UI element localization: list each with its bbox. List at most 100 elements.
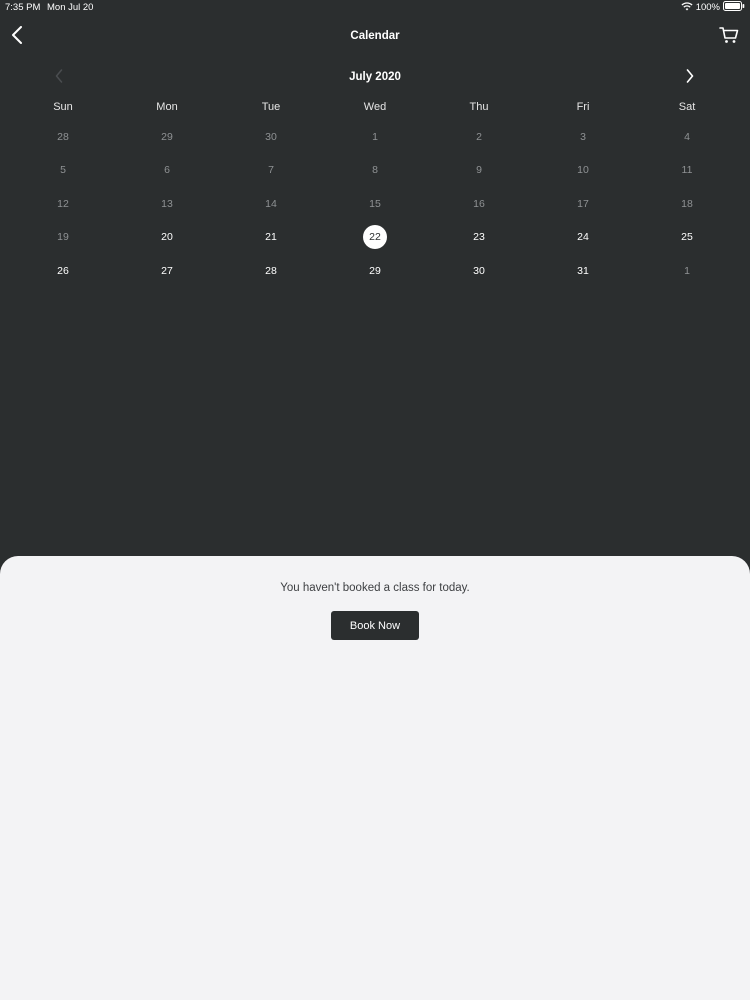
day-number: 3 <box>580 130 586 143</box>
calendar-day[interactable]: 14 <box>219 187 323 221</box>
next-month-button[interactable] <box>680 67 700 89</box>
weekday-label: Wed <box>363 101 387 113</box>
day-number: 5 <box>60 164 66 177</box>
calendar-day[interactable]: 13 <box>115 187 219 221</box>
weekday-label: Sat <box>678 101 696 113</box>
day-number: 10 <box>577 164 589 177</box>
day-number: 25 <box>681 231 693 244</box>
day-number: 24 <box>577 231 589 244</box>
weekday-header: Sun Mon Tue Wed Thu Fri Sat <box>11 101 739 113</box>
day-number: 6 <box>164 164 170 177</box>
day-number: 8 <box>372 164 378 177</box>
calendar-day[interactable]: 1 <box>635 254 739 288</box>
calendar-day[interactable]: 16 <box>427 187 531 221</box>
calendar-day[interactable]: 15 <box>323 187 427 221</box>
day-number: 21 <box>265 231 277 244</box>
day-number: 18 <box>681 197 693 210</box>
day-number: 27 <box>161 264 173 277</box>
calendar-day[interactable]: 4 <box>635 120 739 154</box>
calendar-day[interactable]: 24 <box>531 221 635 255</box>
calendar-day[interactable]: 27 <box>115 254 219 288</box>
calendar-day-selected[interactable]: 22 <box>323 221 427 255</box>
day-number: 13 <box>161 197 173 210</box>
empty-state-message: You haven't booked a class for today. <box>280 582 470 594</box>
cart-button[interactable] <box>716 25 742 49</box>
battery-percent: 100% <box>695 2 720 13</box>
calendar-day[interactable]: 18 <box>635 187 739 221</box>
status-indicators: 100% <box>681 1 745 14</box>
calendar-day[interactable]: 28 <box>219 254 323 288</box>
day-number: 16 <box>473 197 485 210</box>
page-title: Calendar <box>350 30 400 42</box>
day-number: 14 <box>265 197 277 210</box>
calendar-day[interactable]: 21 <box>219 221 323 255</box>
calendar-day[interactable]: 9 <box>427 154 531 188</box>
calendar-week-row: 12 13 14 15 16 17 18 <box>11 187 739 221</box>
status-bar: 7:35 PM Mon Jul 20 100% <box>0 0 750 16</box>
calendar-day[interactable]: 5 <box>11 154 115 188</box>
day-number: 23 <box>473 231 485 244</box>
bookings-panel: You haven't booked a class for today. Bo… <box>0 556 750 1000</box>
calendar-day[interactable]: 29 <box>115 120 219 154</box>
calendar-day[interactable]: 31 <box>531 254 635 288</box>
calendar-day[interactable]: 25 <box>635 221 739 255</box>
month-header: July 2020 <box>0 64 750 90</box>
calendar-week-row: 5 6 7 8 9 10 11 <box>11 154 739 188</box>
calendar-day[interactable]: 29 <box>323 254 427 288</box>
calendar-day[interactable]: 26 <box>11 254 115 288</box>
calendar-day[interactable]: 1 <box>323 120 427 154</box>
calendar-day[interactable]: 11 <box>635 154 739 188</box>
calendar-day[interactable]: 30 <box>219 120 323 154</box>
month-title: July 2020 <box>349 71 401 83</box>
calendar-day[interactable]: 23 <box>427 221 531 255</box>
calendar-week-row: 26 27 28 29 30 31 1 <box>11 254 739 288</box>
day-number: 28 <box>265 264 277 277</box>
day-number: 4 <box>684 130 690 143</box>
calendar-grid: 28 29 30 1 2 3 4 5 6 7 8 9 10 11 12 13 14 15 16 17 18 19 20 21 2… <box>11 120 739 288</box>
calendar-day[interactable]: 8 <box>323 154 427 188</box>
day-number: 19 <box>57 231 69 244</box>
calendar-day[interactable]: 30 <box>427 254 531 288</box>
day-number: 20 <box>161 231 173 244</box>
book-now-button[interactable]: Book Now <box>331 611 419 640</box>
day-number: 17 <box>577 197 589 210</box>
calendar-week-row: 19 20 21 22 23 24 25 <box>11 221 739 255</box>
calendar-day[interactable]: 7 <box>219 154 323 188</box>
weekday-label: Fri <box>576 101 590 113</box>
weekday-label: Mon <box>156 101 178 113</box>
calendar-day[interactable]: 2 <box>427 120 531 154</box>
day-number: 29 <box>161 130 173 143</box>
day-number: 15 <box>369 197 381 210</box>
day-number: 31 <box>577 264 589 277</box>
day-number: 29 <box>369 264 381 277</box>
day-number: 1 <box>684 264 690 277</box>
calendar-day[interactable]: 19 <box>11 221 115 255</box>
day-number: 1 <box>372 130 378 143</box>
day-number: 11 <box>681 164 693 177</box>
calendar-day[interactable]: 6 <box>115 154 219 188</box>
battery-icon <box>723 1 745 14</box>
weekday-label: Thu <box>469 101 489 113</box>
calendar-day[interactable]: 20 <box>115 221 219 255</box>
weekday-label: Tue <box>261 101 281 113</box>
calendar-day[interactable]: 12 <box>11 187 115 221</box>
calendar-day[interactable]: 10 <box>531 154 635 188</box>
day-number: 26 <box>57 264 69 277</box>
day-number: 30 <box>265 130 277 143</box>
day-number: 28 <box>57 130 69 143</box>
day-number: 9 <box>476 164 482 177</box>
chevron-right-icon <box>686 68 694 88</box>
day-number: 2 <box>476 130 482 143</box>
calendar-day[interactable]: 28 <box>11 120 115 154</box>
calendar-week-row: 28 29 30 1 2 3 4 <box>11 120 739 154</box>
day-number: 22 <box>363 225 387 250</box>
calendar-day[interactable]: 17 <box>531 187 635 221</box>
wifi-icon <box>681 1 693 14</box>
day-number: 12 <box>57 197 69 210</box>
nav-bar: Calendar <box>0 20 750 54</box>
day-number: 30 <box>473 264 485 277</box>
status-date: Mon Jul 20 <box>47 2 94 13</box>
calendar-day[interactable]: 3 <box>531 120 635 154</box>
status-time: 7:35 PM <box>5 2 41 13</box>
weekday-label: Sun <box>53 101 73 113</box>
